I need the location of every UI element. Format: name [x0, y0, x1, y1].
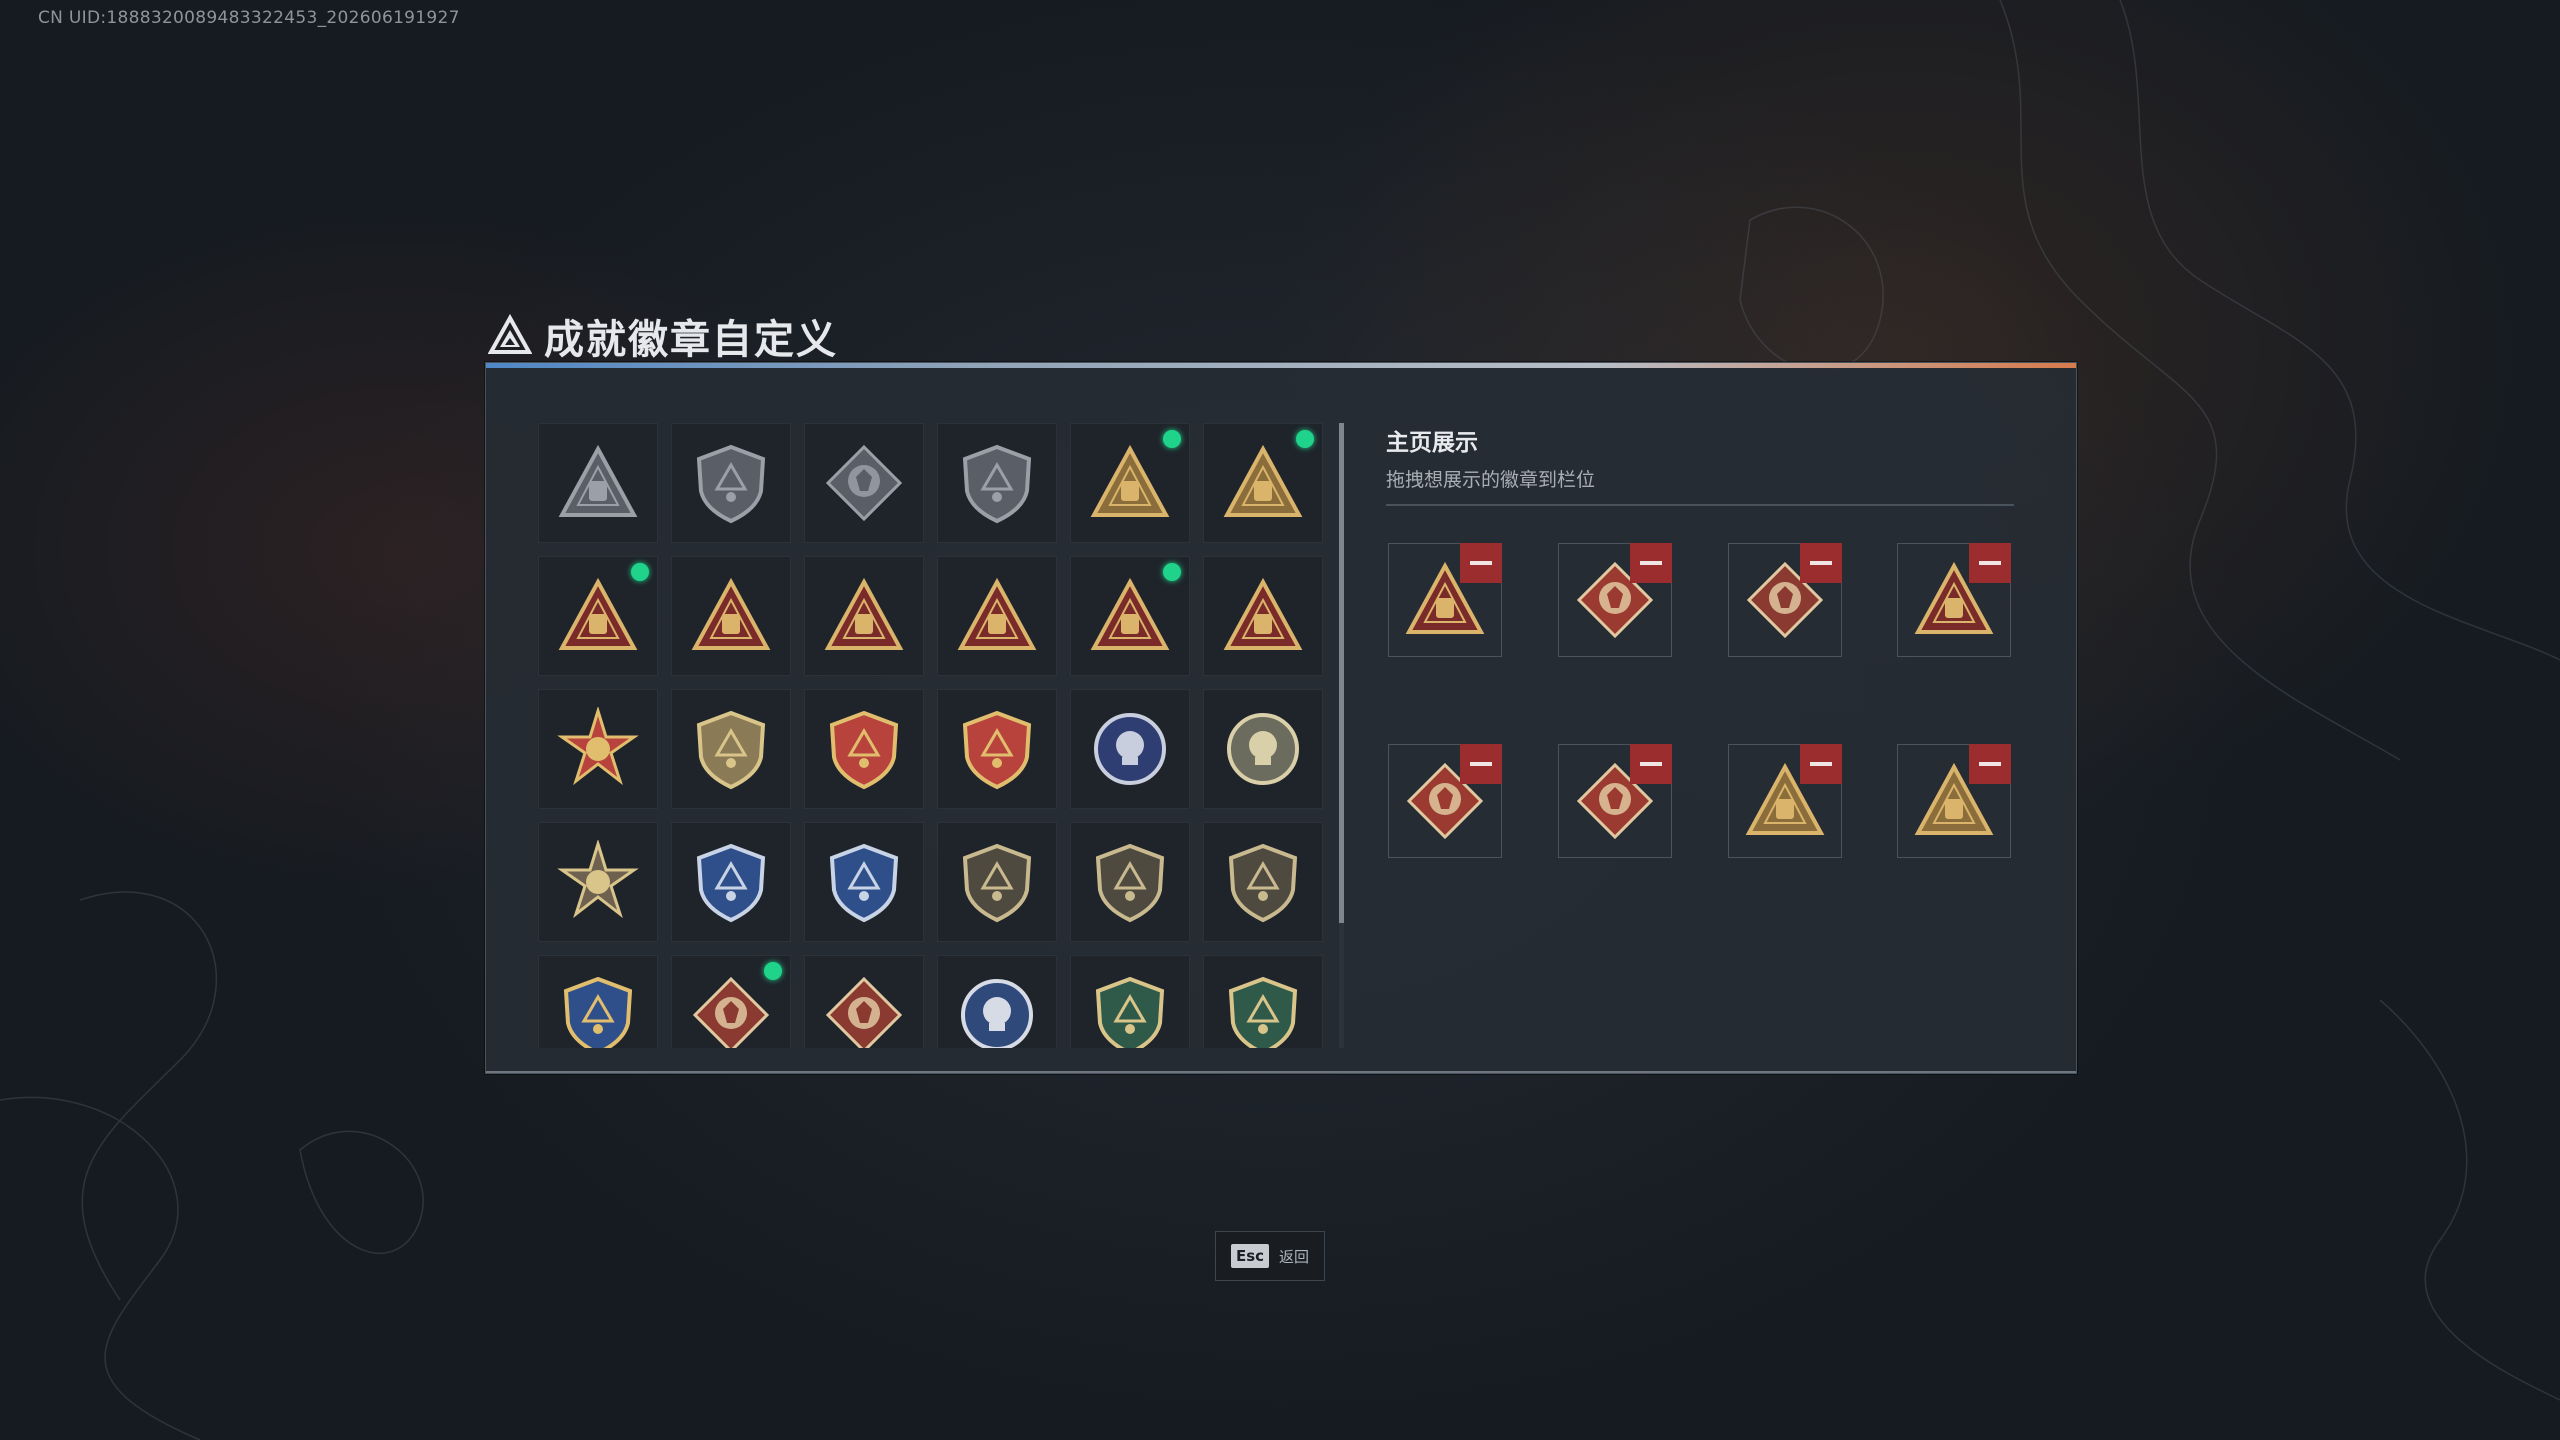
showcase-slot[interactable] [1558, 744, 1672, 858]
remove-badge-button[interactable] [1630, 744, 1672, 784]
badge-cell[interactable] [1203, 955, 1323, 1048]
blue-crosshair-badge-icon [696, 843, 766, 923]
diamond-shield-badge-icon [825, 444, 903, 522]
showcase-slot[interactable] [1558, 543, 1672, 657]
remove-badge-button[interactable] [1630, 543, 1672, 583]
badge-cell[interactable] [804, 556, 924, 676]
back-label: 返回 [1279, 1247, 1310, 1266]
page-header: 成就徽章自定义 [488, 308, 838, 364]
showcase-slot[interactable] [1388, 543, 1502, 657]
triangle-logo-icon [488, 314, 532, 354]
arrow-shield-badge-icon [962, 444, 1032, 524]
rifle-shield-badge-2-icon [1095, 843, 1165, 923]
badge-cell[interactable] [937, 822, 1057, 942]
homepage-showcase: 主页展示 拖拽想展示的徽章到栏位 [1386, 423, 2016, 858]
rifle-shield-badge-icon [962, 843, 1032, 923]
showcase-slot[interactable] [1897, 543, 2011, 657]
tank-sunburst-badge-icon [557, 840, 639, 919]
remove-badge-button[interactable] [1969, 744, 2011, 784]
badge-cell[interactable] [538, 822, 658, 942]
rifle-shield-badge-3-icon [1228, 843, 1298, 923]
showcase-title: 主页展示 [1386, 430, 1478, 456]
scrollbar-thumb[interactable] [1339, 423, 1344, 923]
badge-cell[interactable] [538, 423, 658, 543]
skull-round-badge-icon [1227, 713, 1299, 785]
badge-cell[interactable] [671, 955, 791, 1048]
esc-key-hint: Esc [1230, 1244, 1270, 1268]
badge-grid [538, 423, 1338, 1048]
helicopter-shield-badge-icon [696, 444, 766, 524]
wasp-green-badge-icon [1095, 976, 1165, 1048]
badge-cell[interactable] [1070, 955, 1190, 1048]
soldier-red-triangle-badge-icon [1223, 577, 1303, 650]
remove-badge-button[interactable] [1460, 543, 1502, 583]
showcase-slot[interactable] [1728, 744, 1842, 858]
gold-sword-shield-badge-icon [563, 976, 633, 1048]
badge-cell[interactable] [671, 822, 791, 942]
badge-cell[interactable] [538, 556, 658, 676]
back-button[interactable]: Esc 返回 [1215, 1231, 1325, 1281]
badge-cell[interactable] [937, 955, 1057, 1048]
badge-cell[interactable] [1070, 556, 1190, 676]
badge-cell[interactable] [538, 689, 658, 809]
badge-cell[interactable] [804, 689, 924, 809]
badge-cell[interactable] [1203, 556, 1323, 676]
showcase-divider [1386, 504, 2014, 506]
uid-label: CN UID:1888320089483322453_202606191927 [38, 8, 460, 28]
badge-cell[interactable] [1070, 689, 1190, 809]
badge-cell[interactable] [804, 955, 924, 1048]
s4-gold-triangle-badge-icon [1090, 444, 1170, 517]
gold-shield-badge-icon [696, 710, 766, 790]
eagle-round-badge-icon [961, 979, 1033, 1048]
badge-cell[interactable] [937, 423, 1057, 543]
remove-badge-button[interactable] [1800, 543, 1842, 583]
badge-cell[interactable] [1070, 822, 1190, 942]
triangle-shield-badge-icon [558, 444, 638, 517]
badge-cell[interactable] [804, 423, 924, 543]
new-badge-indicator [1163, 563, 1181, 581]
badge-cell[interactable] [1203, 689, 1323, 809]
badge-cell[interactable] [1203, 822, 1323, 942]
badge-cell[interactable] [1203, 423, 1323, 543]
remove-badge-button[interactable] [1460, 744, 1502, 784]
showcase-slot[interactable] [1728, 543, 1842, 657]
badge-cell[interactable] [671, 689, 791, 809]
showcase-subtitle: 拖拽想展示的徽章到栏位 [1386, 469, 1596, 491]
new-badge-indicator [1163, 430, 1181, 448]
badge-cell[interactable] [937, 556, 1057, 676]
winged-shield-badge-icon [829, 710, 899, 790]
panel-bottom-border [486, 1071, 2076, 1073]
new-badge-indicator [764, 962, 782, 980]
showcase-slot[interactable] [1897, 744, 2011, 858]
badge-cell[interactable] [1070, 423, 1190, 543]
wolf-diamond-badge-icon [692, 976, 770, 1048]
bottle-red-triangle-badge-icon [1090, 577, 1170, 650]
badge-cell[interactable] [538, 955, 658, 1048]
s6-red-triangle-badge-icon [558, 577, 638, 650]
remove-badge-button[interactable] [1800, 744, 1842, 784]
blue-crosshair-badge-2-icon [829, 843, 899, 923]
star-emblem-badge-icon [557, 707, 639, 786]
wolf-diamond-badge-2-icon [825, 976, 903, 1048]
s5-gold-triangle-badge-icon [1223, 444, 1303, 517]
badge-cell[interactable] [804, 822, 924, 942]
star-shield-badge-icon [962, 710, 1032, 790]
helmet-red-triangle-badge-icon [824, 577, 904, 650]
page-title: 成就徽章自定义 [544, 317, 838, 363]
new-badge-indicator [631, 563, 649, 581]
remove-badge-button[interactable] [1969, 543, 2011, 583]
number-one-triangle-badge-icon [957, 577, 1037, 650]
s1-red-triangle-badge-icon [691, 577, 771, 650]
panel-accent-bar [486, 363, 2076, 368]
badge-cell[interactable] [671, 556, 791, 676]
gun-green-badge-icon [1228, 976, 1298, 1048]
skull-blue-badge-icon [1094, 713, 1166, 785]
badge-cell[interactable] [937, 689, 1057, 809]
badge-grid-scrollbar[interactable] [1339, 423, 1344, 1048]
showcase-slot[interactable] [1388, 744, 1502, 858]
new-badge-indicator [1296, 430, 1314, 448]
badge-customize-panel: 主页展示 拖拽想展示的徽章到栏位 [485, 362, 2077, 1074]
badge-cell[interactable] [671, 423, 791, 543]
